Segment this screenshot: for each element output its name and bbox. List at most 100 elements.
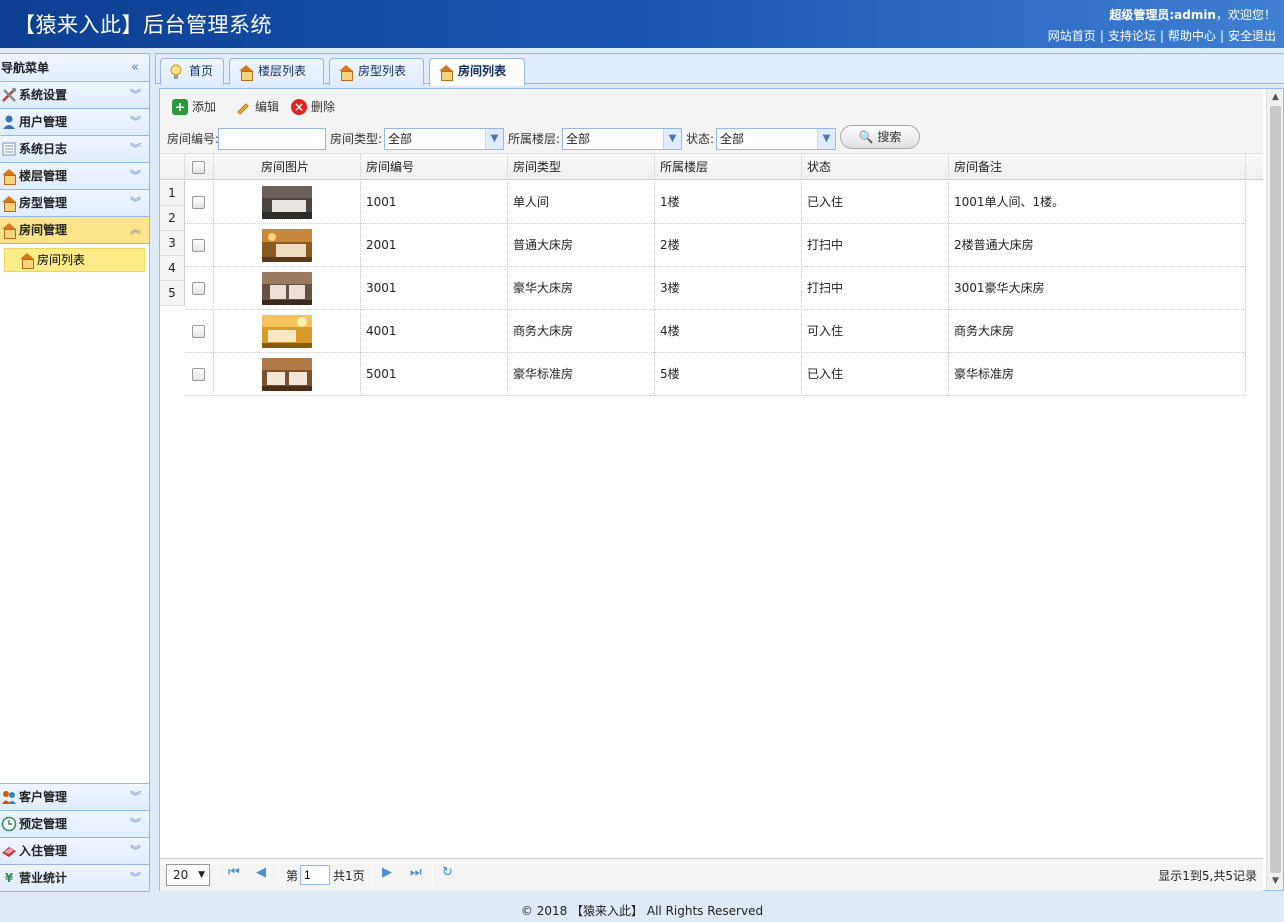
room-type-cell: 普通大床房	[508, 224, 655, 267]
col-room-type[interactable]: 房间类型	[508, 155, 655, 180]
table-row[interactable]: 5001 豪华标准房 5楼 已入住 豪华标准房	[185, 353, 1246, 396]
col-room-no[interactable]: 房间编号	[361, 155, 508, 180]
menu-customer-management[interactable]: 客户管理 ︾	[0, 784, 149, 811]
delete-button[interactable]: × 删除	[291, 97, 335, 117]
col-note[interactable]: 房间备注	[949, 155, 1246, 180]
room-image-cell	[214, 310, 361, 353]
menu-label: 入住管理	[19, 844, 68, 858]
vertical-scrollbar[interactable]: ▲ ▼	[1266, 89, 1283, 890]
row-checkbox[interactable]	[192, 282, 205, 295]
menu-room-management[interactable]: 房间管理 ︽	[0, 217, 149, 244]
collapse-sidebar-icon[interactable]: «	[131, 54, 139, 82]
chevron-down-icon: ︾	[130, 817, 141, 830]
table-row[interactable]: 1001 单人间 1楼 已入住 1001单人间、1楼。	[185, 181, 1246, 224]
link-forum[interactable]: 支持论坛	[1108, 29, 1156, 43]
menu-roomtype-management[interactable]: 房型管理 ︾	[0, 190, 149, 217]
status-select[interactable]: 全部 ▼	[716, 128, 836, 150]
col-floor[interactable]: 所属楼层	[655, 155, 802, 180]
status-value: 全部	[720, 132, 745, 146]
link-separator: |	[1219, 29, 1224, 43]
submenu-room-list[interactable]: 房间列表	[4, 248, 145, 272]
room-photo	[262, 272, 312, 305]
sidebar-title: 导航菜单	[1, 61, 50, 75]
col-room-image[interactable]: 房间图片	[214, 155, 361, 180]
delete-icon: ×	[291, 99, 307, 115]
tab-roomtype-list[interactable]: 房型列表×	[329, 58, 424, 103]
scroll-down-icon[interactable]: ▼	[1267, 873, 1284, 890]
tab-floor-list[interactable]: 楼层列表×	[229, 58, 324, 103]
note-cell: 2楼普通大床房	[949, 224, 1246, 267]
tab-label: 房间列表	[458, 64, 507, 78]
table-row[interactable]: 2001 普通大床房 2楼 打扫中 2楼普通大床房	[185, 224, 1246, 267]
menu-label: 预定管理	[19, 817, 68, 831]
room-no-cell: 5001	[361, 353, 508, 396]
chevron-down-icon: ︾	[130, 871, 141, 884]
menu-system-settings[interactable]: 系统设置 ︾	[0, 82, 149, 109]
edit-button[interactable]: 编辑	[235, 97, 279, 117]
tab-home[interactable]: 首页	[160, 58, 224, 85]
link-separator: |	[1099, 29, 1104, 43]
scroll-up-icon[interactable]: ▲	[1267, 89, 1284, 106]
menu-system-log[interactable]: 系统日志 ︾	[0, 136, 149, 163]
menu-label: 用户管理	[19, 115, 68, 129]
page-number-input[interactable]	[300, 865, 330, 885]
app-title: 【猿来入此】后台管理系统	[14, 13, 272, 37]
pager-separator	[217, 864, 218, 886]
menu-business-stats[interactable]: ¥ 营业统计 ︾	[0, 865, 149, 892]
menu-user-management[interactable]: 用户管理 ︾	[0, 109, 149, 136]
col-status[interactable]: 状态	[802, 155, 949, 180]
pager-info: 显示1到5,共5记录	[1158, 869, 1257, 883]
room-type-select[interactable]: 全部 ▼	[384, 128, 504, 150]
search-button[interactable]: 🔍 搜索	[840, 125, 920, 149]
tabs-bar: 首页 楼层列表× 房型列表× 房间列表×	[155, 53, 1284, 103]
row-checkbox[interactable]	[192, 196, 205, 209]
menu-floor-management[interactable]: 楼层管理 ︾	[0, 163, 149, 190]
row-number: 2	[160, 206, 185, 231]
note-cell: 商务大床房	[949, 310, 1246, 353]
menu-checkin-management[interactable]: 入住管理 ︾	[0, 838, 149, 865]
link-help[interactable]: 帮助中心	[1168, 29, 1216, 43]
table-row[interactable]: 4001 商务大床房 4楼 可入住 商务大床房	[185, 310, 1246, 353]
row-checkbox-cell	[185, 267, 214, 310]
room-photo	[262, 358, 312, 391]
row-checkbox[interactable]	[192, 239, 205, 252]
room-image-cell	[214, 181, 361, 224]
house-icon	[338, 64, 354, 81]
room-grid: 房间图片 房间编号 房间类型 所属楼层 状态 房间备注 1 2 3 4 5 10…	[160, 155, 1263, 858]
house-icon	[1, 195, 17, 212]
chevron-down-icon: ︾	[130, 169, 141, 182]
pencil-icon	[236, 103, 249, 115]
prev-page-icon[interactable]: ◀	[256, 865, 266, 880]
refresh-icon[interactable]: ↻	[442, 865, 453, 880]
add-button[interactable]: + 添加	[172, 97, 216, 117]
pager-separator	[372, 864, 373, 886]
app-header: 【猿来入此】后台管理系统 超级管理员:admin，欢迎您！ 网站首页 | 支持论坛 |…	[0, 0, 1284, 48]
page-prefix: 第	[286, 869, 299, 883]
room-type-label: 房间类型:	[330, 132, 383, 146]
row-checkbox[interactable]	[192, 368, 205, 381]
row-number: 4	[160, 256, 185, 281]
table-row[interactable]: 3001 豪华大床房 3楼 打扫中 3001豪华大床房	[185, 267, 1246, 310]
house-icon	[238, 64, 254, 81]
link-home[interactable]: 网站首页	[1048, 29, 1096, 43]
row-checkbox[interactable]	[192, 325, 205, 338]
row-checkbox-cell	[185, 181, 214, 224]
link-logout[interactable]: 安全退出	[1228, 29, 1276, 43]
room-type-value: 全部	[388, 132, 413, 146]
next-page-icon[interactable]: ▶	[382, 865, 392, 880]
room-photo	[262, 315, 312, 348]
checkin-icon	[2, 847, 16, 857]
floor-select[interactable]: 全部 ▼	[562, 128, 682, 150]
last-page-icon[interactable]: ⏭	[410, 865, 422, 880]
house-icon	[1, 222, 17, 239]
row-checkbox-cell	[185, 224, 214, 267]
menu-reservation-management[interactable]: 预定管理 ︾	[0, 811, 149, 838]
scroll-thumb[interactable]	[1270, 106, 1281, 873]
page-size-select[interactable]: 20 ▼	[166, 864, 210, 886]
select-all-checkbox[interactable]	[192, 161, 205, 174]
room-no-input[interactable]	[218, 128, 326, 150]
tab-room-list[interactable]: 房间列表×	[429, 58, 525, 103]
header-links: 网站首页 | 支持论坛 | 帮助中心 | 安全退出	[1048, 27, 1276, 44]
room-no-cell: 2001	[361, 224, 508, 267]
first-page-icon[interactable]: ⏮	[228, 865, 240, 880]
